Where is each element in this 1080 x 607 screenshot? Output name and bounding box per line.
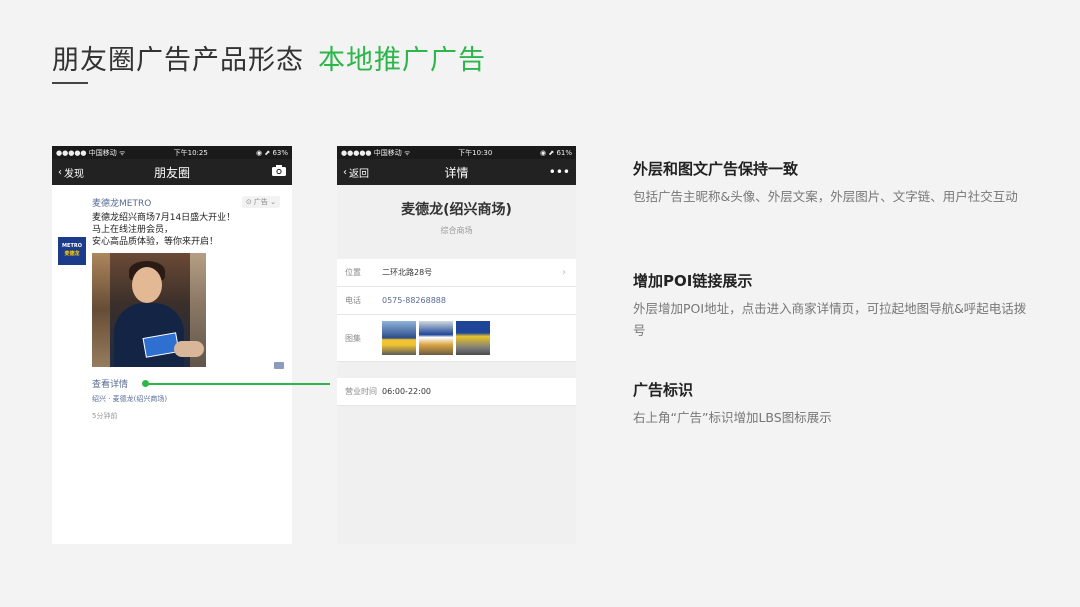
avatar-text-cn: 麦德龙 <box>64 251 80 257</box>
title-underline <box>52 82 88 84</box>
gallery-thumbnail[interactable] <box>419 321 453 355</box>
status-time: 下午10:30 <box>458 148 493 157</box>
post-time: 5分钟前 <box>92 412 118 420</box>
avatar-text: METRO <box>62 243 82 249</box>
advertiser-avatar[interactable]: METRO 麦德龙 <box>58 237 86 265</box>
poi-link[interactable]: 绍兴 · 麦德龙(绍兴商场) <box>92 394 284 404</box>
store-category: 综合商场 <box>440 226 473 235</box>
feature-desc: 右上角“广告”标识增加LBS图标展示 <box>633 410 832 425</box>
ad-copy-line: 安心高品质体验，等你来开启！ <box>92 237 219 247</box>
connector-dot <box>142 380 149 387</box>
slide-title: 朋友圈广告产品形态 本地推广广告 <box>52 38 486 77</box>
status-bar: ●●●●● 中国移动 ᯤ 下午10:25 ◉ ⬈ 63% <box>52 146 292 159</box>
connector-line <box>146 383 330 385</box>
feature-consistent-ad: 外层和图文广告保持一致 包括广告主昵称&头像、外层文案，外层图片、文字链、用户社… <box>633 158 1028 208</box>
hours-value: 06:00-22:00 <box>382 387 431 396</box>
feature-title: 外层和图文广告保持一致 <box>633 160 799 178</box>
location-row[interactable]: 位置 二环北路28号 › <box>337 259 576 287</box>
ad-copy-line: 麦德龙绍兴商场7月14日盛大开业！ <box>92 213 236 223</box>
status-carrier: ●●●●● 中国移动 ᯤ <box>341 148 411 157</box>
row-label: 营业时间 <box>345 387 377 396</box>
ad-post: 麦德龙METRO ⊙ 广告 ⌄ 麦德龙绍兴商场7月14日盛大开业！ 马上在线注册… <box>92 196 284 421</box>
ad-copy-line: 马上在线注册会员， <box>92 225 174 235</box>
nav-bar: ‹ 发现 朋友圈 <box>52 159 292 185</box>
slide-title-accent: 本地推广广告 <box>318 45 486 76</box>
back-label: 返回 <box>349 168 369 180</box>
store-info-list: 位置 二环北路28号 › 电话 0575-88268888 图集 <box>337 259 576 362</box>
moments-feed: METRO 麦德龙 <box>52 185 292 265</box>
gallery-thumbnail[interactable] <box>456 321 490 355</box>
back-button[interactable]: ‹ 返回 <box>343 165 369 180</box>
row-label: 位置 <box>345 268 361 277</box>
gallery-thumbnail[interactable] <box>382 321 416 355</box>
row-label: 图集 <box>345 333 361 343</box>
phone-row[interactable]: 电话 0575-88268888 <box>337 287 576 315</box>
phone-value[interactable]: 0575-88268888 <box>382 296 446 305</box>
store-name: 麦德龙(绍兴商场) <box>401 202 512 218</box>
hours-section: 营业时间 06:00-22:00 <box>337 378 576 406</box>
ad-image[interactable] <box>92 253 206 367</box>
address-value: 二环北路28号 <box>382 268 433 277</box>
gallery-row: 图集 <box>337 315 576 362</box>
ad-badge[interactable]: ⊙ 广告 ⌄ <box>241 196 280 208</box>
status-bar: ●●●●● 中国移动 ᯤ 下午10:30 ◉ ⬈ 61% <box>337 146 576 159</box>
back-label: 发现 <box>64 168 84 180</box>
moments-phone-mockup: ●●●●● 中国移动 ᯤ 下午10:25 ◉ ⬈ 63% ‹ 发现 朋友圈 ME… <box>52 146 292 544</box>
back-button[interactable]: ‹ 发现 <box>58 165 84 180</box>
chevron-left-icon: ‹ <box>343 166 347 178</box>
ad-copy: 麦德龙绍兴商场7月14日盛大开业！ 马上在线注册会员， 安心高品质体验，等你来开… <box>92 212 284 248</box>
slide-title-main: 朋友圈广告产品形态 <box>52 45 304 76</box>
comment-icon[interactable] <box>274 362 284 369</box>
status-battery: ◉ ⬈ 61% <box>540 148 572 157</box>
row-label: 电话 <box>345 296 361 305</box>
more-icon[interactable]: ••• <box>549 165 570 179</box>
feature-desc: 外层增加POI地址，点击进入商家详情页，可拉起地图导航&呼起电话拨号 <box>633 301 1027 338</box>
nav-title: 详情 <box>444 165 469 180</box>
store-detail-phone-mockup: ●●●●● 中国移动 ᯤ 下午10:30 ◉ ⬈ 61% ‹ 返回 详情 •••… <box>337 146 576 544</box>
status-battery: ◉ ⬈ 63% <box>256 148 288 157</box>
gallery <box>382 321 490 355</box>
feature-title: 广告标识 <box>633 381 694 399</box>
status-carrier: ●●●●● 中国移动 ᯤ <box>56 148 126 157</box>
chevron-right-icon: › <box>562 267 566 278</box>
nav-bar: ‹ 返回 详情 ••• <box>337 159 576 185</box>
feature-desc: 包括广告主昵称&头像、外层文案，外层图片、文字链、用户社交互动 <box>633 189 1018 204</box>
feature-poi-link: 增加POI链接展示 外层增加POI地址，点击进入商家详情页，可拉起地图导航&呼起… <box>633 270 1028 342</box>
status-time: 下午10:25 <box>173 148 208 157</box>
chevron-left-icon: ‹ <box>58 166 62 178</box>
feature-ad-label: 广告标识 右上角“广告”标识增加LBS图标展示 <box>633 379 1028 429</box>
store-header: 麦德龙(绍兴商场) 综合商场 <box>337 185 576 255</box>
feature-title: 增加POI链接展示 <box>633 272 753 290</box>
nav-title: 朋友圈 <box>153 165 190 180</box>
hours-row: 营业时间 06:00-22:00 <box>337 378 576 406</box>
camera-icon[interactable] <box>272 165 286 179</box>
